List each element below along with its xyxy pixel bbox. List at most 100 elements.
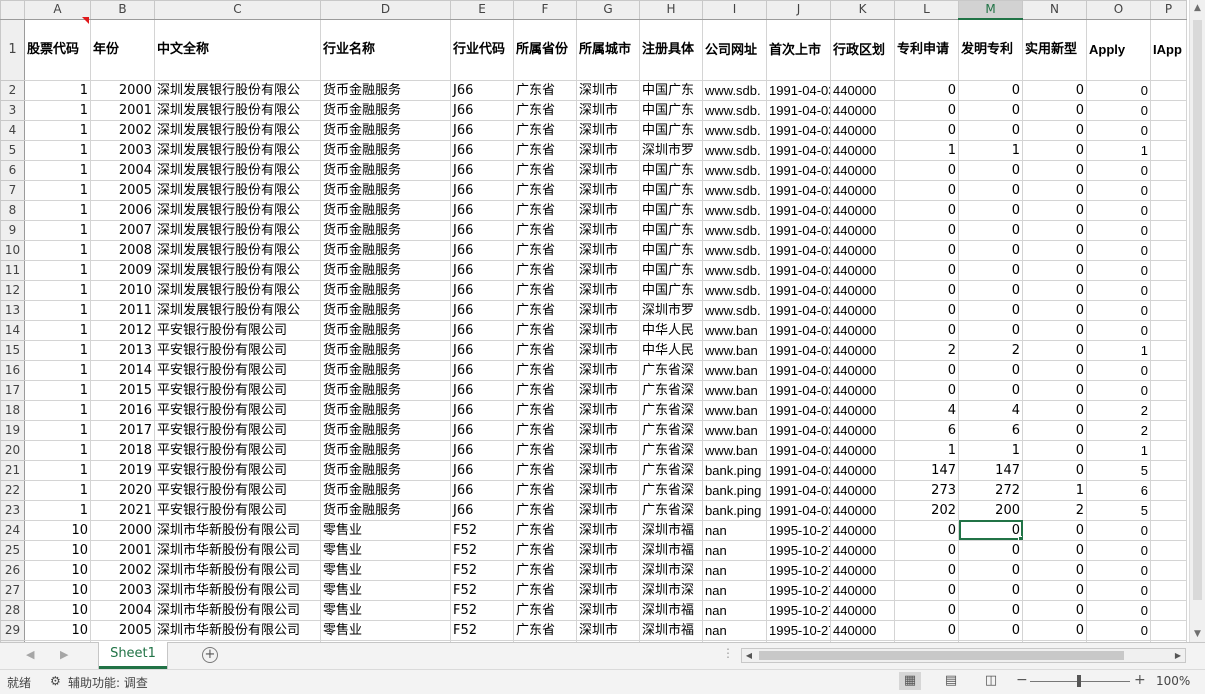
column-header-a[interactable]: A [24, 0, 91, 20]
table-cell[interactable]: 1 [24, 179, 91, 201]
table-cell[interactable]: 深圳发展银行股份有限公 [154, 259, 321, 281]
table-cell[interactable]: 0 [1086, 199, 1151, 221]
table-cell[interactable]: 广东省 [513, 199, 577, 221]
table-cell[interactable]: 440000 [830, 259, 895, 281]
table-cell[interactable]: 440000 [830, 479, 895, 501]
accessibility-status-text[interactable]: 辅助功能: 调查 [68, 674, 148, 691]
table-cell[interactable]: F52 [450, 579, 514, 601]
table-cell[interactable]: www.sdb. [702, 139, 767, 161]
table-cell[interactable]: 1995-10-27 [766, 599, 831, 621]
row-header[interactable]: 9 [0, 219, 25, 241]
header-cell[interactable]: 公司网址 [702, 18, 767, 81]
table-cell[interactable]: 200 [958, 499, 1023, 521]
table-cell[interactable]: 平安银行股份有限公司 [154, 419, 321, 441]
table-cell[interactable]: J66 [450, 379, 514, 401]
scroll-right-arrow-icon[interactable]: ▶ [1171, 649, 1185, 662]
table-cell[interactable]: 0 [1022, 179, 1087, 201]
table-cell[interactable]: 1 [24, 259, 91, 281]
table-cell[interactable] [1150, 539, 1187, 561]
table-cell[interactable]: 1 [1022, 479, 1087, 501]
table-cell[interactable]: 440000 [830, 299, 895, 321]
table-cell[interactable]: J66 [450, 459, 514, 481]
table-cell[interactable]: nan [702, 539, 767, 561]
table-cell[interactable]: 深圳发展银行股份有限公 [154, 219, 321, 241]
table-cell[interactable]: 广东省 [513, 159, 577, 181]
table-cell[interactable]: 广东省 [513, 99, 577, 121]
table-cell[interactable]: 零售业 [320, 599, 451, 621]
table-cell[interactable]: 零售业 [320, 619, 451, 641]
table-cell[interactable]: J66 [450, 239, 514, 261]
table-cell[interactable]: 0 [1022, 79, 1087, 101]
table-cell[interactable] [1150, 239, 1187, 261]
header-cell[interactable]: Apply [1086, 18, 1151, 81]
table-cell[interactable]: 440000 [830, 219, 895, 241]
table-cell[interactable]: 440000 [830, 99, 895, 121]
table-cell[interactable]: 广东省 [513, 259, 577, 281]
table-cell[interactable]: 147 [894, 459, 959, 481]
header-cell[interactable]: 所属城市 [576, 18, 640, 81]
horizontal-scrollbar[interactable]: ◀ ▶ [741, 648, 1186, 663]
table-cell[interactable]: 1 [24, 439, 91, 461]
table-cell[interactable]: 440000 [830, 199, 895, 221]
table-cell[interactable]: 5 [1086, 499, 1151, 521]
table-cell[interactable]: www.ban [702, 399, 767, 421]
table-cell[interactable]: www.sdb. [702, 79, 767, 101]
table-cell[interactable]: 440000 [830, 499, 895, 521]
table-cell[interactable]: 1 [24, 359, 91, 381]
header-cell[interactable]: 专利申请 [894, 18, 959, 81]
table-cell[interactable]: 0 [894, 99, 959, 121]
table-cell[interactable]: 零售业 [320, 519, 451, 541]
table-cell[interactable]: 货币金融服务 [320, 79, 451, 101]
table-cell[interactable]: 深圳市 [576, 279, 640, 301]
table-cell[interactable]: 0 [1086, 79, 1151, 101]
table-cell[interactable]: 202 [894, 499, 959, 521]
table-cell[interactable]: J66 [450, 399, 514, 421]
table-cell[interactable]: 1991-04-03 [766, 139, 831, 161]
table-cell[interactable]: 深圳发展银行股份有限公 [154, 179, 321, 201]
table-cell[interactable] [1150, 479, 1187, 501]
table-cell[interactable]: 1991-04-03 [766, 99, 831, 121]
table-cell[interactable]: 广东省 [513, 599, 577, 621]
scroll-up-arrow-icon[interactable]: ▲ [1190, 0, 1205, 16]
table-cell[interactable]: 深圳市 [576, 119, 640, 141]
vertical-scroll-thumb[interactable] [1193, 20, 1202, 600]
table-cell[interactable]: 0 [958, 379, 1023, 401]
table-cell[interactable]: 货币金融服务 [320, 119, 451, 141]
table-cell[interactable]: 0 [1022, 619, 1087, 641]
table-cell[interactable]: 0 [1022, 99, 1087, 121]
spreadsheet-grid[interactable]: A B C D E F G H I J K L M N O P 1 股票代码 年份 中文全称 行业名称 行业代码 所属省份所… [0, 0, 1189, 642]
table-cell[interactable]: 0 [894, 539, 959, 561]
row-header[interactable]: 18 [0, 399, 25, 421]
table-cell[interactable] [1150, 139, 1187, 161]
table-cell[interactable]: 0 [1086, 319, 1151, 341]
table-cell[interactable]: 1991-04-03 [766, 299, 831, 321]
table-cell[interactable]: 0 [1086, 219, 1151, 241]
table-cell[interactable]: 2004 [90, 159, 155, 181]
table-cell[interactable]: 1 [24, 139, 91, 161]
table-cell[interactable] [1150, 259, 1187, 281]
table-cell[interactable]: 10 [24, 619, 91, 641]
table-cell[interactable]: 深圳市 [576, 139, 640, 161]
table-cell[interactable]: 0 [894, 239, 959, 261]
table-cell[interactable]: 深圳市 [576, 499, 640, 521]
normal-view-icon[interactable]: ▦ [899, 672, 921, 690]
table-cell[interactable]: 中国广东 [639, 259, 703, 281]
table-cell[interactable]: 2016 [90, 399, 155, 421]
table-cell[interactable]: 深圳市 [576, 479, 640, 501]
table-cell[interactable]: 广东省 [513, 359, 577, 381]
table-cell[interactable]: 0 [958, 579, 1023, 601]
table-cell[interactable]: 广东省深 [639, 439, 703, 461]
header-cell[interactable]: 行业代码 [450, 18, 514, 81]
table-cell[interactable]: 1 [1086, 139, 1151, 161]
table-cell[interactable]: 深圳市 [576, 579, 640, 601]
table-cell[interactable]: 货币金融服务 [320, 239, 451, 261]
table-cell[interactable]: 1991-04-03 [766, 339, 831, 361]
table-cell[interactable]: 10 [24, 579, 91, 601]
row-header[interactable]: 22 [0, 479, 25, 501]
table-cell[interactable]: 深圳市 [576, 219, 640, 241]
column-header-f[interactable]: F [513, 0, 577, 20]
add-sheet-icon[interactable]: + [202, 647, 218, 663]
table-cell[interactable]: 深圳市 [576, 539, 640, 561]
table-cell[interactable]: 0 [958, 99, 1023, 121]
table-cell[interactable]: 1 [24, 419, 91, 441]
